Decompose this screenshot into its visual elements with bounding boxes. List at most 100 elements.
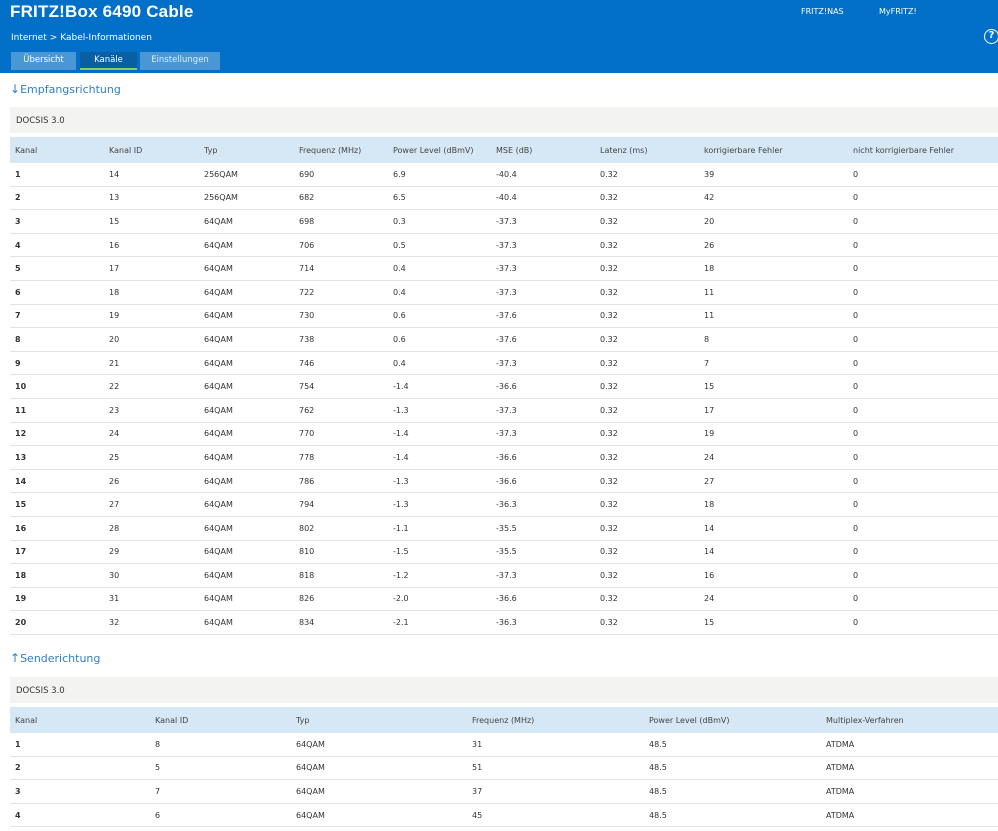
- table-cell: 0.3: [393, 216, 406, 226]
- table-cell: 3: [15, 216, 21, 226]
- column-header: Power Level (dBmV): [649, 715, 730, 725]
- table-cell: 17: [704, 405, 715, 415]
- table-cell: 0: [853, 334, 859, 344]
- table-row: 5 17 64QAM 714 0.4 -37.3 0.32 18 0: [10, 257, 998, 281]
- table-cell: 0.6: [393, 311, 406, 321]
- table-row: 4 16 64QAM 706 0.5 -37.3 0.32 26 0: [10, 234, 998, 258]
- table-cell: 762: [299, 405, 315, 415]
- table-cell: -1.1: [393, 523, 409, 533]
- table-cell: 14: [704, 523, 715, 533]
- column-header: Multiplex-Verfahren: [826, 715, 904, 725]
- column-header: nicht korrigierbare Fehler: [853, 145, 955, 155]
- table-cell: -36.6: [496, 594, 517, 604]
- breadcrumb-internet[interactable]: Internet: [11, 33, 47, 43]
- table-cell: 64QAM: [204, 382, 233, 392]
- table-cell: 810: [299, 547, 315, 557]
- table-cell: 0: [853, 240, 859, 250]
- help-icon[interactable]: ?: [984, 29, 998, 44]
- table-cell: 0.32: [600, 429, 618, 439]
- table-cell: 4: [15, 240, 21, 250]
- table-cell: 746: [299, 358, 315, 368]
- fritznas-link[interactable]: FRITZ!NAS: [801, 7, 844, 16]
- table-cell: 12: [15, 429, 27, 439]
- breadcrumb-kabel-informationen: Kabel-Informationen: [60, 33, 152, 43]
- chevron-right-icon: >: [49, 33, 58, 43]
- table-cell: 0: [853, 287, 859, 297]
- table-cell: 64QAM: [204, 405, 233, 415]
- downstream-table-header: Kanal Kanal ID Typ Frequenz (MHz) Power Leve…: [10, 137, 998, 163]
- table-cell: 698: [299, 216, 315, 226]
- table-cell: 8: [15, 334, 21, 344]
- table-cell: 19: [704, 429, 715, 439]
- table-cell: 64QAM: [204, 452, 233, 462]
- table-cell: 14: [15, 476, 27, 486]
- downstream-docsis-label: DOCSIS 3.0: [10, 107, 998, 133]
- table-cell: 6.9: [393, 169, 406, 179]
- table-cell: 3: [15, 786, 21, 796]
- table-row: 12 24 64QAM 770 -1.4 -37.3 0.32 19 0: [10, 423, 998, 447]
- table-cell: 64QAM: [204, 240, 233, 250]
- table-cell: 14: [704, 547, 715, 557]
- upstream-heading: ↑Senderichtung: [10, 651, 100, 665]
- table-cell: 15: [704, 382, 715, 392]
- table-cell: 0.4: [393, 287, 406, 297]
- table-cell: 0.32: [600, 618, 618, 628]
- table-cell: 23: [109, 405, 120, 415]
- table-cell: 29: [109, 547, 120, 557]
- table-cell: 8: [155, 739, 161, 749]
- table-cell: 0: [853, 358, 859, 368]
- table-cell: 0: [853, 216, 859, 226]
- table-cell: 64QAM: [204, 476, 233, 486]
- table-cell: 11: [704, 311, 715, 321]
- table-cell: 48.5: [649, 810, 667, 820]
- column-header: Kanal ID: [155, 715, 189, 725]
- table-cell: 13: [109, 193, 120, 203]
- table-cell: 0.32: [600, 570, 618, 580]
- column-header: Kanal ID: [109, 145, 143, 155]
- column-header: Power Level (dBmV): [393, 145, 474, 155]
- table-cell: -1.3: [393, 500, 409, 510]
- column-header: korrigierbare Fehler: [704, 145, 783, 155]
- table-cell: 826: [299, 594, 315, 604]
- table-cell: 24: [704, 594, 715, 604]
- table-row: 1 14 256QAM 690 6.9 -40.4 0.32 39 0: [10, 163, 998, 187]
- table-cell: 834: [299, 618, 315, 628]
- table-cell: 26: [109, 476, 120, 486]
- table-cell: 16: [15, 523, 27, 533]
- table-cell: 818: [299, 570, 315, 580]
- table-cell: 64QAM: [296, 763, 325, 773]
- table-cell: 18: [15, 570, 27, 580]
- table-cell: 706: [299, 240, 315, 250]
- table-cell: 0.32: [600, 334, 618, 344]
- tab-uebersicht[interactable]: Übersicht: [11, 52, 76, 70]
- table-cell: 0: [853, 594, 859, 604]
- table-cell: 7: [15, 311, 21, 321]
- table-cell: 64QAM: [204, 264, 233, 274]
- tab-einstellungen[interactable]: Einstellungen: [140, 52, 220, 70]
- table-cell: -1.2: [393, 570, 409, 580]
- table-row: 17 29 64QAM 810 -1.5 -35.5 0.32 14 0: [10, 541, 998, 565]
- table-cell: 7: [155, 786, 161, 796]
- table-cell: 754: [299, 382, 315, 392]
- table-cell: 738: [299, 334, 315, 344]
- myfritz-link[interactable]: MyFRITZ!: [879, 7, 917, 16]
- tab-kanaele[interactable]: Kanäle: [80, 52, 137, 70]
- table-row: 6 18 64QAM 722 0.4 -37.3 0.32 11 0: [10, 281, 998, 305]
- table-cell: 0: [853, 452, 859, 462]
- table-cell: -1.3: [393, 405, 409, 415]
- column-header: Frequenz (MHz): [472, 715, 535, 725]
- table-cell: -1.4: [393, 452, 409, 462]
- table-cell: -36.3: [496, 618, 517, 628]
- table-row: 19 31 64QAM 826 -2.0 -36.6 0.32 24 0: [10, 588, 998, 612]
- table-cell: 2: [15, 763, 21, 773]
- table-cell: 11: [704, 287, 715, 297]
- table-cell: 10: [15, 382, 27, 392]
- table-cell: 6: [155, 810, 161, 820]
- table-cell: 18: [704, 264, 715, 274]
- table-cell: -2.1: [393, 618, 409, 628]
- table-cell: 64QAM: [204, 547, 233, 557]
- table-cell: 64QAM: [204, 311, 233, 321]
- table-cell: 20: [15, 618, 27, 628]
- table-cell: -2.0: [393, 594, 409, 604]
- table-cell: -37.3: [496, 264, 517, 274]
